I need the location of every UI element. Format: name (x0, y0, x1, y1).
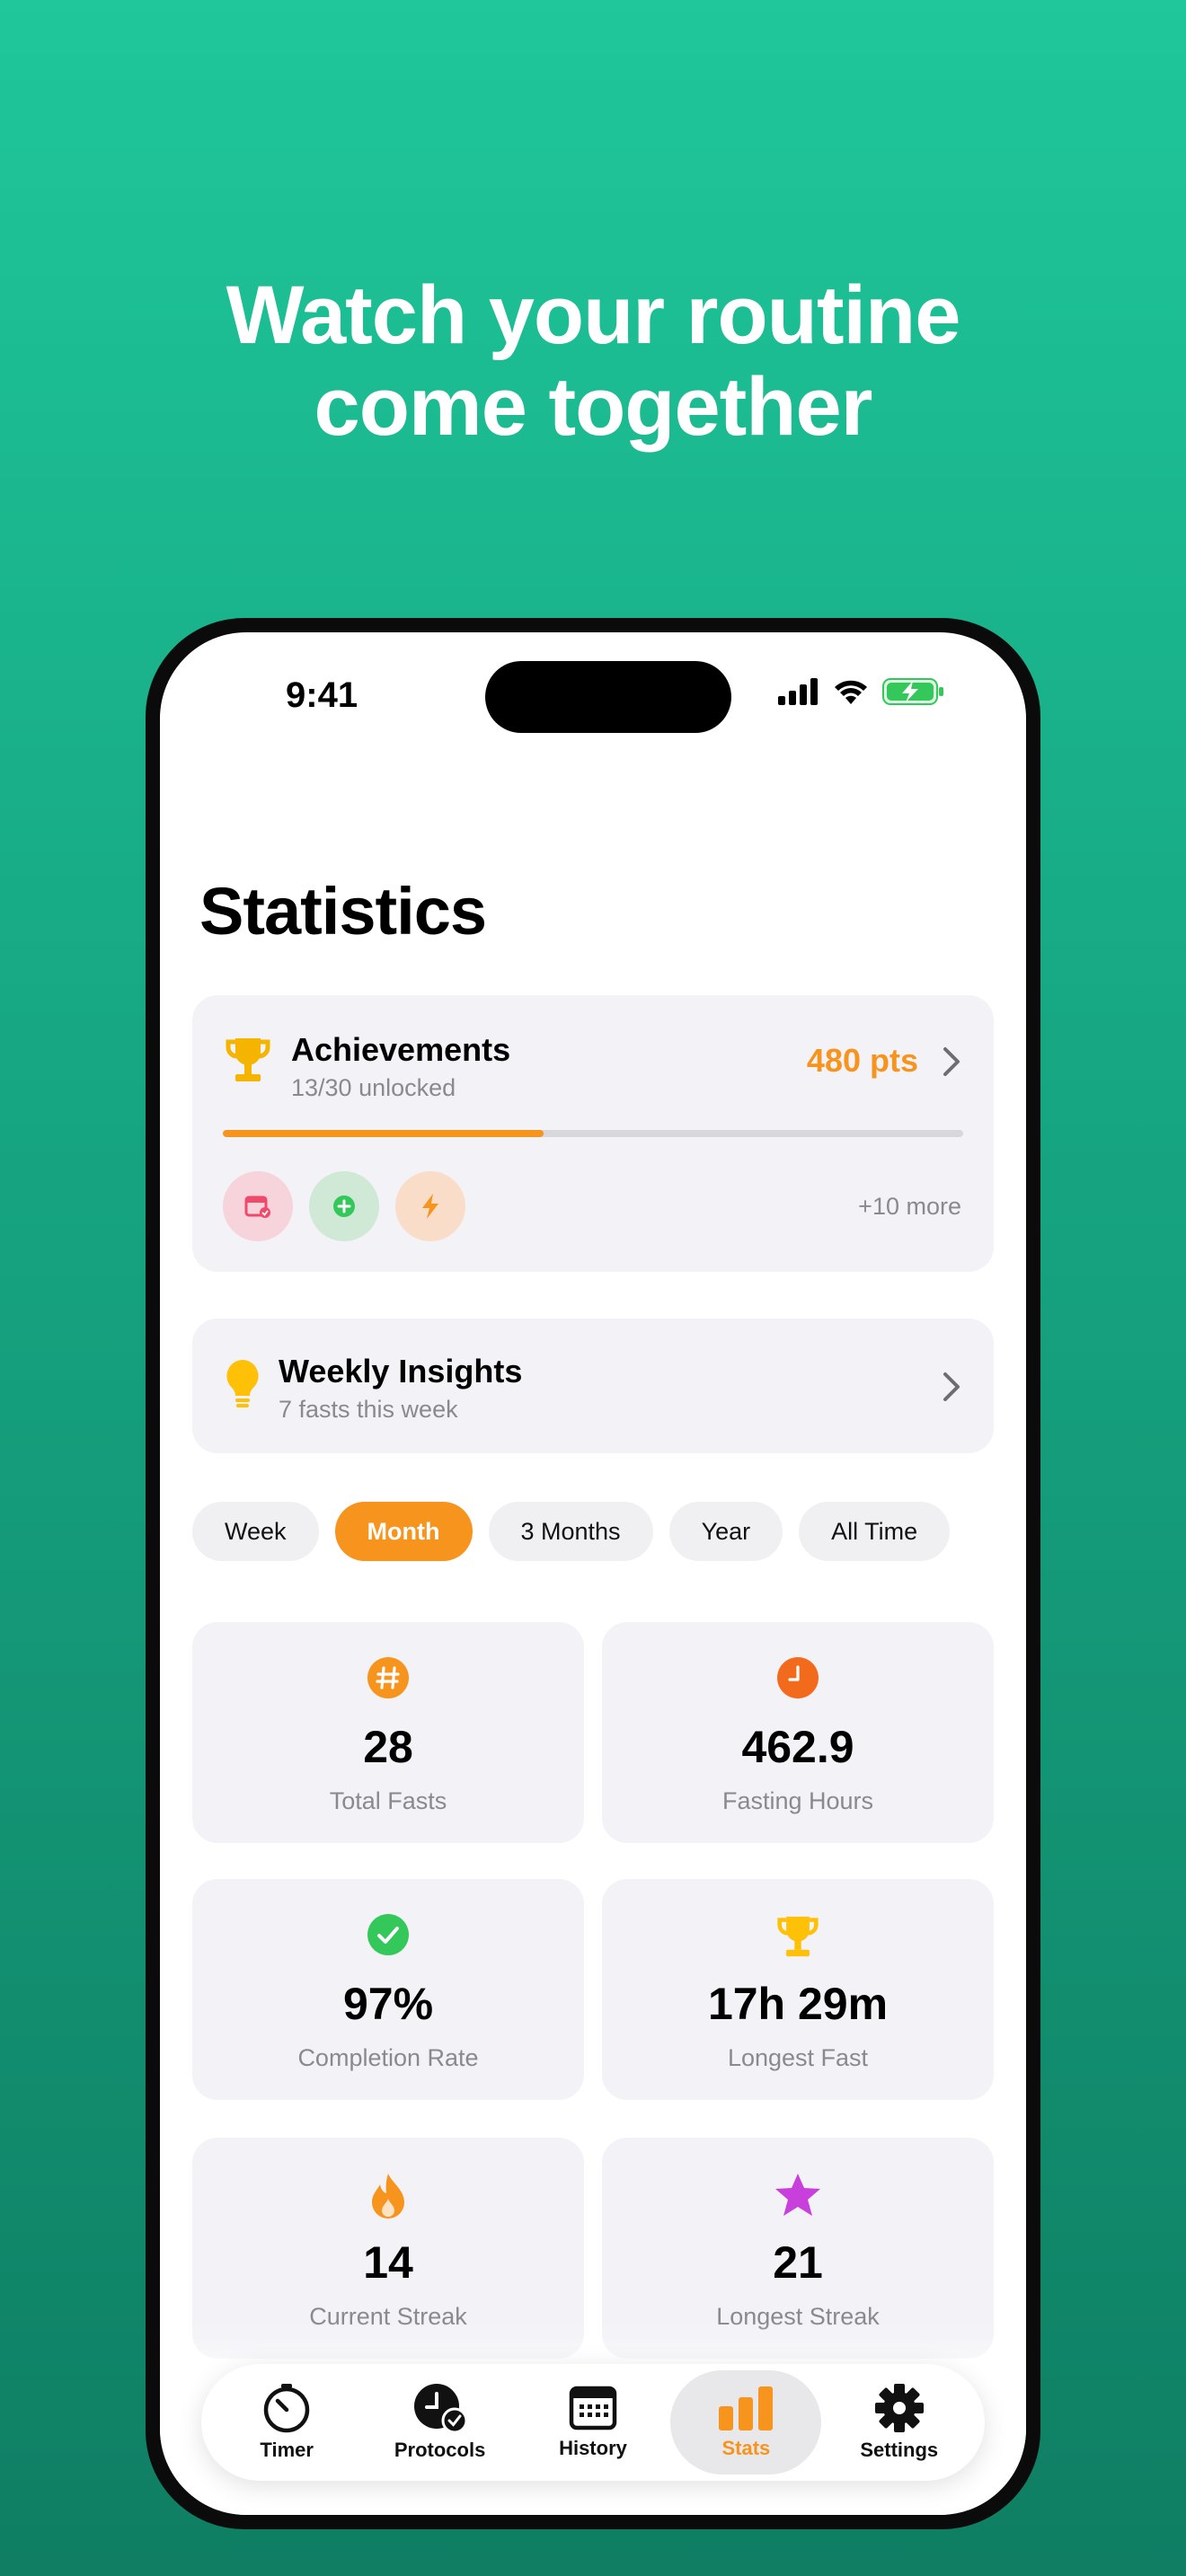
lightbulb-icon (226, 1360, 259, 1407)
stat-card-completion-rate[interactable]: 97% Completion Rate (192, 1879, 584, 2100)
range-chip-all-time[interactable]: All Time (799, 1502, 951, 1561)
tab-timer[interactable]: Timer (211, 2370, 362, 2475)
stat-value: 17h 29m (707, 1979, 889, 2029)
phone-screen: 9:41 Statistics Achievements 13/30 unloc… (160, 632, 1026, 2515)
insights-subtitle: 7 fasts this week (279, 1396, 458, 1423)
stat-value: 97% (342, 1979, 434, 2029)
achievements-subtitle: 13/30 unlocked (291, 1074, 456, 1101)
headline-line-2: come together (314, 361, 873, 453)
timer-icon (263, 2384, 310, 2433)
range-chip-year[interactable]: Year (668, 1502, 783, 1561)
tab-label: History (559, 2437, 627, 2459)
range-chip-3-months[interactable]: 3 Months (488, 1502, 653, 1561)
stat-label: Total Fasts (329, 1787, 447, 1814)
badge-plus[interactable] (309, 1171, 379, 1241)
bolt-icon (422, 1194, 438, 1219)
checkmark-circle-icon (367, 1914, 409, 1955)
achievements-card[interactable]: Achievements 13/30 unlocked 480 pts +10 … (192, 995, 994, 1272)
range-chip-week[interactable]: Week (192, 1502, 319, 1561)
phone-frame: 9:41 Statistics Achievements 13/30 unloc… (146, 618, 1040, 2529)
achievements-progress-track (223, 1130, 963, 1137)
stat-value: 14 (363, 2237, 413, 2288)
page-title: Statistics (199, 874, 487, 948)
stat-label: Longest Fast (727, 2044, 869, 2071)
tab-label: Protocols (394, 2439, 486, 2461)
achievements-title: Achievements (291, 1031, 511, 1068)
achievements-points: 480 pts (806, 1042, 918, 1079)
achievements-progress-fill (223, 1130, 544, 1137)
headline: Watch your routine come together (0, 269, 1186, 453)
tab-bar: Timer Protocols History Stats Settings (201, 2364, 985, 2481)
gear-icon (874, 2384, 924, 2432)
battery-icon (882, 678, 943, 705)
tab-stats[interactable]: Stats (670, 2370, 822, 2475)
tab-history[interactable]: History (518, 2370, 668, 2475)
stat-label: Completion Rate (297, 2044, 479, 2071)
signal-icon (778, 678, 818, 705)
stat-value: 28 (363, 1722, 413, 1772)
range-chip-month[interactable]: Month (334, 1502, 473, 1561)
tab-settings[interactable]: Settings (824, 2370, 975, 2475)
calendar-check-icon (244, 1195, 270, 1218)
stat-label: Fasting Hours (721, 1787, 874, 1814)
clock-icon (777, 1657, 819, 1698)
stat-card-longest-fast[interactable]: 17h 29m Longest Fast (602, 1879, 994, 2100)
star-icon (775, 2174, 820, 2216)
tab-label: Stats (721, 2437, 771, 2459)
trophy-icon (777, 1916, 819, 1957)
status-time: 9:41 (286, 675, 358, 715)
insights-title: Weekly Insights (279, 1353, 523, 1389)
status-icons (778, 677, 945, 706)
plus-circle-icon (333, 1195, 355, 1217)
stat-card-fasting-hours[interactable]: 462.9 Fasting Hours (602, 1622, 994, 1843)
protocols-icon (413, 2384, 467, 2433)
wifi-icon (835, 680, 867, 704)
tab-protocols[interactable]: Protocols (365, 2370, 516, 2475)
hash-icon (367, 1657, 409, 1698)
tab-label: Timer (260, 2439, 314, 2461)
tab-label: Settings (860, 2439, 939, 2461)
trophy-icon (226, 1038, 270, 1081)
bar-chart-icon (719, 2386, 774, 2430)
badge-bolt[interactable] (395, 1171, 465, 1241)
range-selector: Week Month 3 Months Year All Time (192, 1502, 951, 1561)
headline-line-1: Watch your routine (226, 269, 961, 361)
stat-value: 21 (773, 2237, 823, 2288)
chevron-right-icon (943, 1047, 960, 1076)
more-achievements-label: +10 more (858, 1193, 961, 1220)
stat-card-total-fasts[interactable]: 28 Total Fasts (192, 1622, 584, 1843)
badge-calendar[interactable] (223, 1171, 293, 1241)
stat-value: 462.9 (741, 1722, 854, 1772)
dynamic-island (485, 661, 731, 733)
chevron-right-icon (943, 1372, 960, 1401)
flame-icon (372, 2174, 404, 2219)
calendar-icon (569, 2386, 617, 2430)
weekly-insights-card[interactable]: Weekly Insights 7 fasts this week (192, 1319, 994, 1453)
